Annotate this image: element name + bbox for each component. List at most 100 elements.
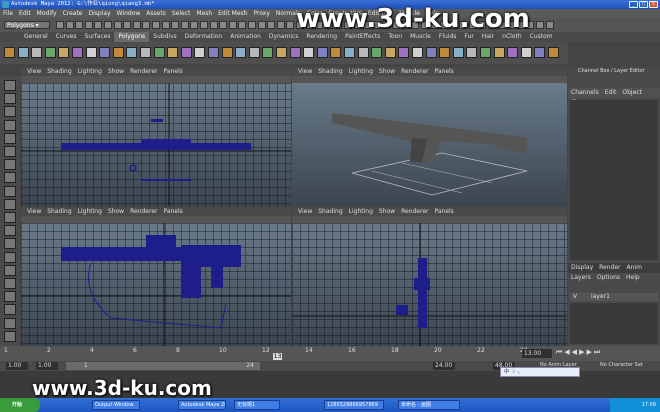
shelf-tool-icon[interactable] (58, 47, 70, 58)
viewport-menu-lighting[interactable]: Lighting (346, 207, 376, 216)
taskbar-task[interactable]: Autodesk Maya 20... (178, 400, 226, 410)
menu-file[interactable]: File (0, 9, 16, 18)
toolbox-tool-icon[interactable] (4, 212, 16, 223)
shelf-tool-icon[interactable] (439, 47, 451, 58)
status-line-icon[interactable] (56, 21, 64, 29)
range-start-field[interactable]: 1.00 (6, 362, 28, 370)
status-line-icon[interactable] (142, 21, 151, 29)
current-frame-marker[interactable]: 13 (272, 353, 283, 360)
menu-edit-mesh[interactable]: Edit Mesh (215, 9, 250, 18)
status-line-icon[interactable] (132, 21, 141, 29)
viewport-menu-panels[interactable]: Panels (160, 207, 185, 216)
viewport-top[interactable]: View Shading Lighting Show Renderer Panels (21, 67, 291, 206)
taskbar-task[interactable]: 无标题1 (234, 400, 280, 410)
status-line-icon[interactable] (113, 21, 122, 29)
shelf-tab-custom[interactable]: Custom (526, 32, 557, 42)
shelf-tool-icon[interactable] (180, 47, 192, 58)
viewport-menu-panels[interactable]: Panels (431, 207, 456, 216)
menu-select[interactable]: Select (169, 9, 194, 18)
viewport-front[interactable]: View Shading Lighting Show Renderer Panels (292, 207, 567, 346)
menu-assets[interactable]: Assets (143, 9, 169, 18)
close-button[interactable]: x (649, 1, 658, 8)
layer-tab-display[interactable]: Display (568, 263, 596, 273)
shelf-tab-surfaces[interactable]: Surfaces (80, 32, 114, 42)
shelf-tool-icon[interactable] (534, 47, 546, 58)
viewport-menu-lighting[interactable]: Lighting (75, 207, 105, 216)
viewport-persp[interactable]: View Shading Lighting Show Renderer Panels (292, 67, 567, 206)
viewport-menu-shading[interactable]: Shading (44, 67, 74, 76)
shelf-tool-icon[interactable] (548, 47, 559, 58)
viewport-menu-shading[interactable]: Shading (315, 67, 345, 76)
shelf-tool-icon[interactable] (248, 47, 260, 58)
status-line-icon[interactable] (171, 21, 180, 29)
toolbox-tool-icon[interactable] (4, 119, 16, 131)
shelf-tool-icon[interactable] (208, 47, 219, 58)
viewport-menu-renderer[interactable]: Renderer (127, 207, 160, 216)
layer-row[interactable]: V layer1 (570, 293, 658, 301)
shelf-tab-subdivs[interactable]: Subdivs (149, 32, 181, 42)
toolbox-tool-icon[interactable] (4, 159, 16, 171)
shelf-tool-icon[interactable] (493, 47, 505, 58)
menu-modify[interactable]: Modify (34, 9, 60, 18)
channel-box-menu-object[interactable]: Object (619, 88, 645, 98)
status-line-icon[interactable] (536, 21, 544, 29)
status-line-icon[interactable] (286, 21, 295, 29)
viewport-menu-renderer[interactable]: Renderer (127, 67, 160, 76)
viewport-menu-panels[interactable]: Panels (160, 67, 185, 76)
taskbar-task[interactable]: 未命名 - 画图 (398, 400, 460, 410)
shelf-tool-icon[interactable] (112, 47, 124, 58)
menu-display[interactable]: Display (86, 9, 114, 18)
shelf-tool-icon[interactable] (520, 47, 532, 58)
layer-visibility-toggle[interactable]: V (573, 293, 577, 300)
layer-tab-render[interactable]: Render (596, 263, 623, 273)
shelf-tool-icon[interactable] (140, 47, 151, 58)
viewport-menu-show[interactable]: Show (105, 207, 127, 216)
viewport-menu-renderer[interactable]: Renderer (398, 207, 431, 216)
status-line-icon[interactable] (65, 21, 74, 29)
shelf-tool-icon[interactable] (276, 47, 287, 58)
shelf-tool-icon[interactable] (235, 47, 247, 58)
shelf-tool-icon[interactable] (452, 47, 464, 58)
status-line-icon[interactable] (267, 21, 276, 29)
status-line-icon[interactable] (161, 21, 170, 29)
viewport-menu-view[interactable]: View (24, 207, 44, 216)
layer-menu-options[interactable]: Options (594, 273, 623, 283)
status-line-icon[interactable] (545, 21, 554, 29)
ime-toolbar[interactable]: 中 ☽ ·, (500, 367, 580, 377)
status-line-icon[interactable] (180, 21, 189, 29)
layer-menu-layers[interactable]: Layers (568, 273, 594, 283)
status-line-icon[interactable] (152, 21, 160, 29)
viewport-menu-view[interactable]: View (295, 67, 315, 76)
status-line-icon[interactable] (94, 21, 103, 29)
playback-controls[interactable]: ⏮◀◀▶▶⏭ (556, 348, 602, 357)
start-button[interactable]: 开始 (0, 398, 40, 412)
toolbox-tool-icon[interactable] (4, 330, 16, 342)
shelf-tool-icon[interactable] (167, 47, 179, 58)
menu-window[interactable]: Window (114, 9, 144, 18)
shelf-tool-icon[interactable] (398, 47, 410, 58)
maximize-button[interactable]: □ (639, 1, 648, 8)
status-line-icon[interactable] (200, 21, 208, 29)
shelf-tool-icon[interactable] (72, 47, 83, 58)
toolbox-tool-icon[interactable] (4, 304, 16, 316)
range-inner-start-field[interactable]: 1.00 (36, 362, 58, 370)
viewport-menu-shading[interactable]: Shading (44, 207, 74, 216)
status-line-icon[interactable] (123, 21, 132, 29)
shelf-tool-icon[interactable] (466, 47, 478, 58)
shelf-tab-curves[interactable]: Curves (52, 32, 81, 42)
toolbox-tool-icon[interactable] (4, 291, 16, 303)
toolbox-tool-icon[interactable] (4, 225, 16, 237)
shelf-tool-icon[interactable] (412, 47, 423, 58)
shelf-tool-icon[interactable] (44, 47, 56, 58)
viewport-menu-shading[interactable]: Shading (315, 207, 345, 216)
status-line-icon[interactable] (84, 21, 93, 29)
viewport-menu-show[interactable]: Show (376, 207, 398, 216)
toolbox-tool-icon[interactable] (4, 132, 16, 144)
viewport-menu-lighting[interactable]: Lighting (346, 67, 376, 76)
viewport-menu-renderer[interactable]: Renderer (398, 67, 431, 76)
toolbox-tool-icon[interactable] (4, 80, 16, 91)
toolbox-tool-icon[interactable] (4, 172, 16, 184)
toolbox-tool-icon[interactable] (4, 278, 16, 289)
toolbox-tool-icon[interactable] (4, 264, 16, 276)
taskbar-task[interactable]: 1285529866957969 (324, 400, 384, 410)
